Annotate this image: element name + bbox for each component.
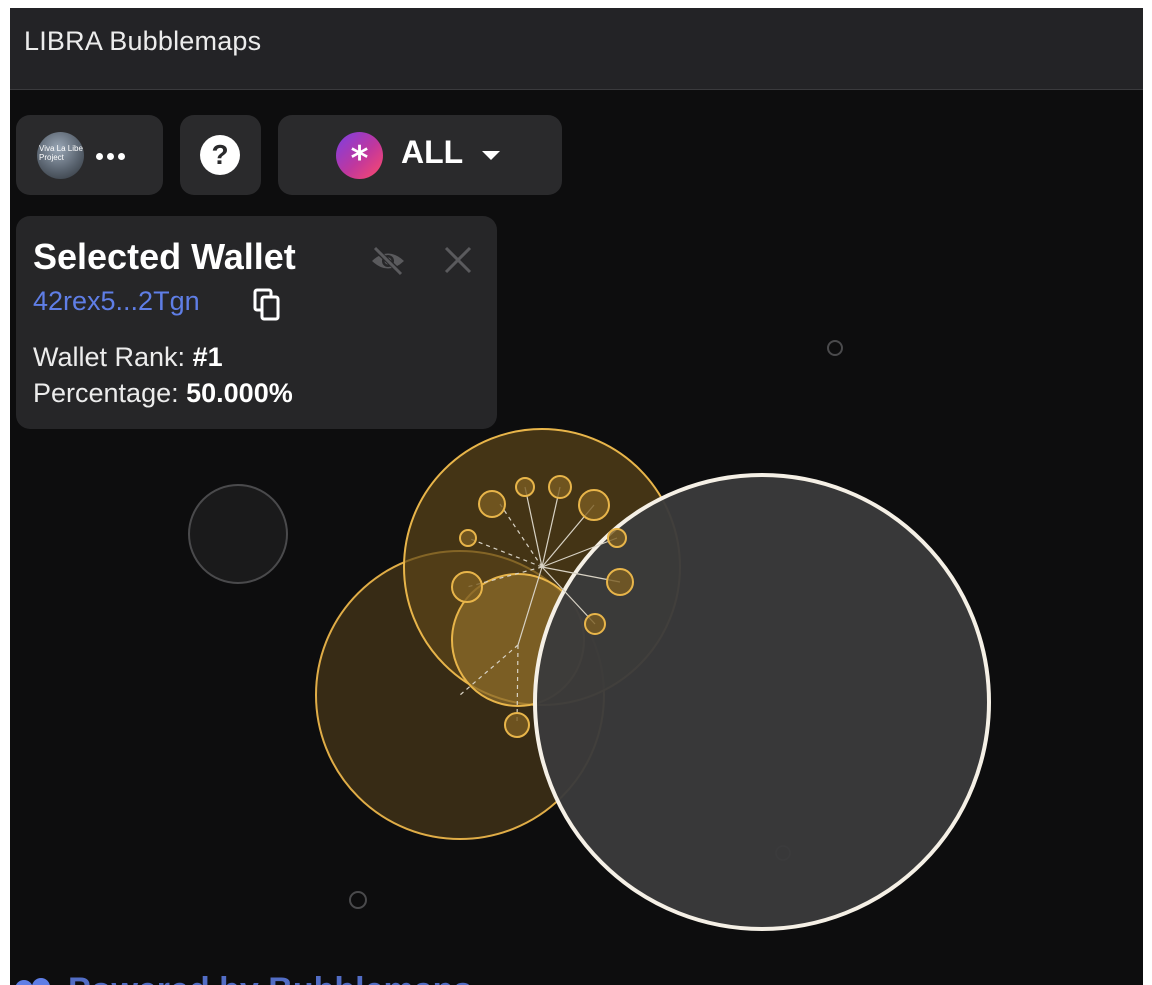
asterisk-icon: * bbox=[336, 132, 383, 179]
project-menu-button[interactable]: Viva La Libe Project bbox=[16, 115, 163, 195]
selected-wallet-panel: Selected Wallet 42rex5...2Tgn Wallet Ran… bbox=[16, 216, 497, 429]
close-icon[interactable] bbox=[440, 242, 476, 278]
filter-label: ALL bbox=[401, 134, 464, 170]
footer-text: Powered by Bubblemaps bbox=[68, 971, 472, 985]
copy-icon[interactable] bbox=[252, 288, 282, 322]
wallet-address-link[interactable]: 42rex5...2Tgn bbox=[33, 286, 200, 317]
app-window: LIBRA Bubblemaps Viva La Libe Project ? … bbox=[10, 8, 1143, 985]
wallet-rank-value: #1 bbox=[192, 342, 223, 372]
wallet-bubble bbox=[515, 477, 535, 497]
wallet-bubble bbox=[451, 571, 483, 603]
wallet-bubble[interactable] bbox=[349, 891, 367, 909]
project-avatar-text: Viva La Libe Project bbox=[39, 144, 83, 162]
wallet-bubble bbox=[478, 490, 506, 518]
eye-off-icon[interactable] bbox=[368, 244, 408, 278]
title-bar: LIBRA Bubblemaps bbox=[10, 8, 1143, 90]
chain-filter-dropdown[interactable]: * ALL bbox=[278, 115, 562, 195]
app-title: LIBRA Bubblemaps bbox=[24, 26, 262, 56]
help-circle-icon: ? bbox=[200, 135, 240, 175]
more-horizontal-icon bbox=[96, 145, 136, 165]
wallet-percentage: Percentage: 50.000% bbox=[33, 378, 293, 409]
wallet-bubble bbox=[607, 528, 627, 548]
powered-by-footer[interactable]: Powered by Bubblemaps bbox=[14, 971, 514, 985]
project-avatar: Viva La Libe Project bbox=[37, 132, 84, 179]
wallet-bubble bbox=[548, 475, 572, 499]
help-button[interactable]: ? bbox=[180, 115, 261, 195]
bubblemaps-logo-icon bbox=[15, 978, 50, 985]
wallet-bubble bbox=[584, 613, 606, 635]
wallet-rank: Wallet Rank: #1 bbox=[33, 342, 223, 373]
panel-title: Selected Wallet bbox=[33, 236, 296, 277]
wallet-bubble[interactable] bbox=[827, 340, 843, 356]
wallet-bubble bbox=[504, 712, 530, 738]
caret-down-icon bbox=[482, 151, 500, 160]
wallet-bubble[interactable] bbox=[188, 484, 288, 584]
wallet-bubble bbox=[459, 529, 477, 547]
wallet-bubble bbox=[578, 489, 610, 521]
wallet-rank-label: Wallet Rank: bbox=[33, 342, 186, 372]
wallet-percentage-value: 50.000% bbox=[186, 378, 293, 408]
wallet-bubble bbox=[606, 568, 634, 596]
wallet-percentage-label: Percentage: bbox=[33, 378, 179, 408]
